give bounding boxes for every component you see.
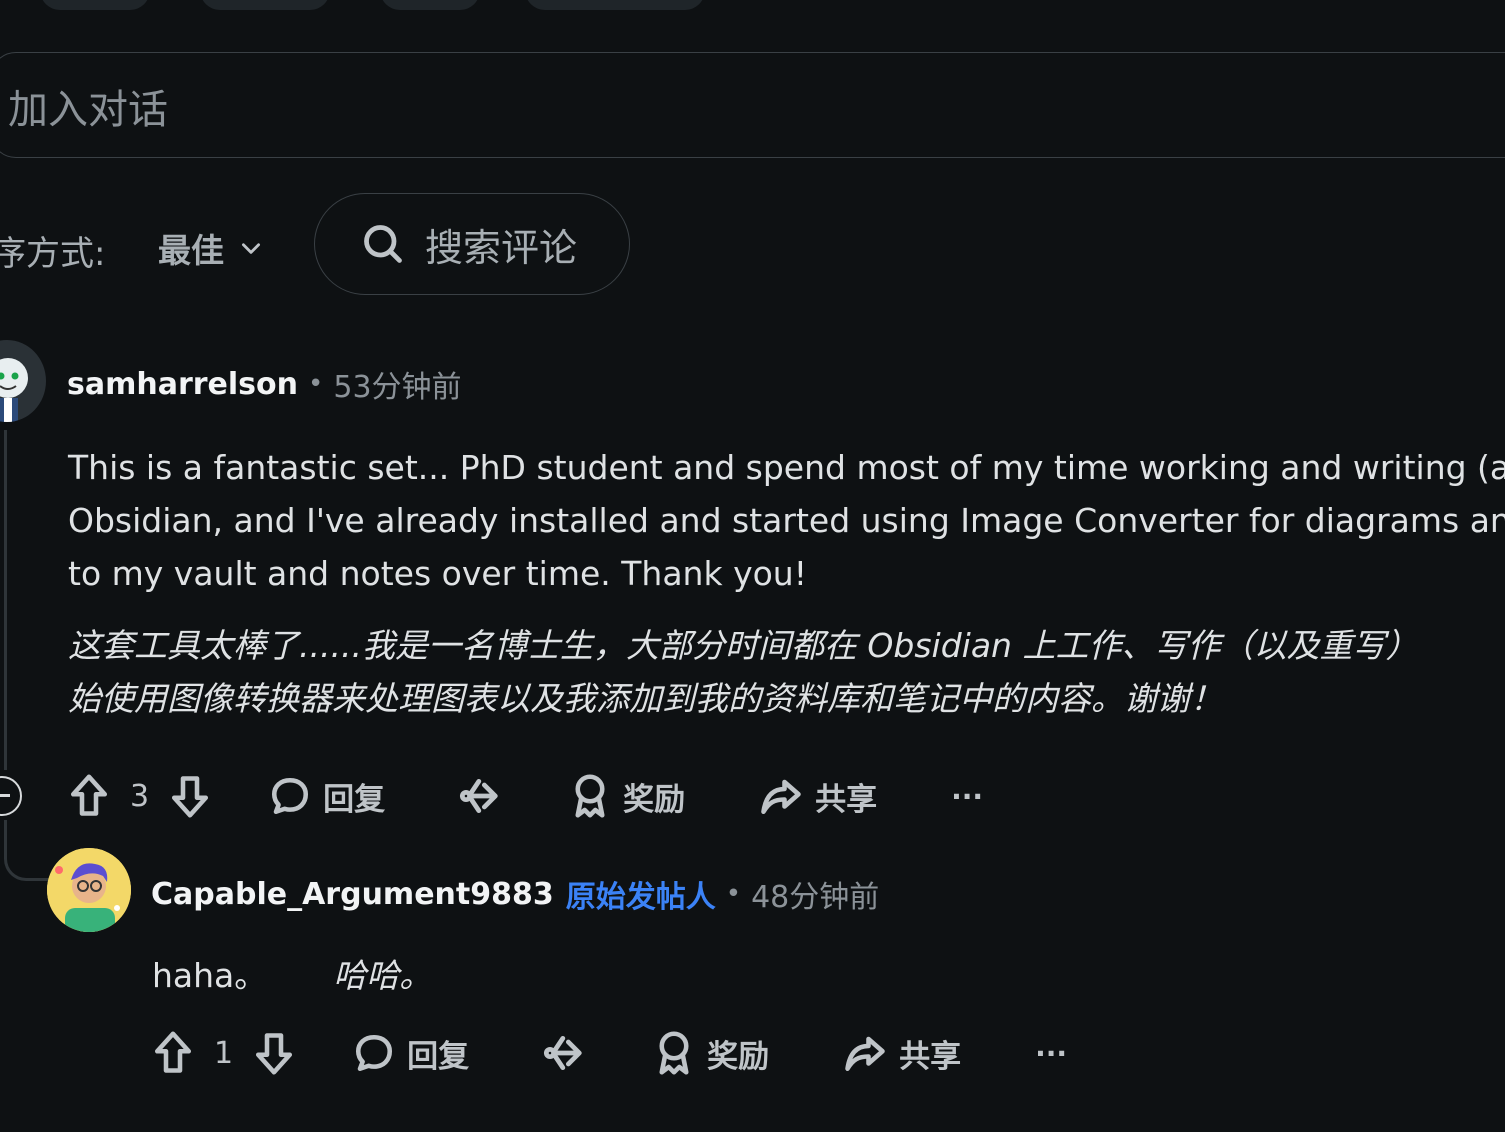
thread-line: [4, 430, 7, 770]
sort-label: 序方式:: [0, 234, 106, 274]
comment-body-line: to my vault and notes over time. Thank y…: [68, 554, 807, 593]
collapse-thread-button[interactable]: [0, 776, 22, 816]
sort-dropdown[interactable]: 最佳: [158, 224, 264, 272]
award-button[interactable]: 奖励: [653, 1030, 769, 1076]
award-label: 奖励: [623, 781, 686, 818]
comment-time: 53分钟前: [333, 370, 462, 405]
thread-connector: [4, 820, 52, 881]
comment-body-line: Obsidian, and I've already installed and…: [68, 501, 1505, 540]
search-icon: [364, 225, 402, 263]
downvote-icon[interactable]: [253, 1030, 295, 1076]
comment-translation: 这套工具太棒了......我是一名博士生，大部分时间都在 Obsidian 上工…: [68, 619, 1418, 725]
share-label: 共享: [899, 1038, 962, 1075]
share-label: 共享: [815, 781, 878, 818]
comment-translation: 哈哈。: [333, 956, 433, 995]
filter-pill[interactable]: [200, 0, 330, 10]
award-label: 奖励: [707, 1038, 770, 1075]
join-conversation-placeholder: 加入对话: [8, 87, 168, 133]
join-conversation-input[interactable]: 加入对话: [0, 52, 1505, 158]
upvote-icon[interactable]: [152, 1030, 194, 1076]
chevron-down-icon: [242, 243, 260, 254]
search-comments-button[interactable]: 搜索评论: [314, 193, 630, 295]
comment-time: 48分钟前: [751, 880, 880, 915]
reply-label: 回复: [323, 781, 386, 818]
comment-actions: 1 回复 奖励 共享 ···: [152, 1028, 1067, 1078]
more-options-button[interactable]: ···: [1035, 1037, 1067, 1070]
filter-pill[interactable]: [40, 0, 150, 10]
comment-body: This is a fantastic set... PhD student a…: [68, 441, 1505, 600]
translation-line: 始使用图像转换器来处理图表以及我添加到我的资料库和笔记中的内容。谢谢！: [68, 679, 1223, 718]
comment-actions: 3 回复 奖励 共享 ···: [68, 771, 983, 821]
separator-dot: •: [725, 879, 742, 909]
comment-bubble-icon: [272, 777, 309, 815]
translation-line: 这套工具太棒了......我是一名博士生，大部分时间都在 Obsidian 上工…: [68, 626, 1419, 665]
crosspost-icon[interactable]: [539, 1031, 583, 1075]
avatar[interactable]: [0, 340, 46, 422]
reply-button[interactable]: 回复: [269, 774, 385, 819]
comment-body-text: haha。: [152, 956, 268, 995]
comment-body: haha。 哈哈。: [152, 949, 432, 1002]
share-icon: [845, 1036, 885, 1072]
vote-count: 3: [130, 778, 150, 814]
username[interactable]: Capable_Argument9883: [151, 877, 554, 912]
award-icon: [575, 774, 605, 818]
share-button[interactable]: 共享: [759, 774, 877, 819]
crosspost-icon[interactable]: [455, 774, 499, 818]
sort-value: 最佳: [158, 231, 224, 270]
reply-label: 回复: [407, 1038, 470, 1075]
vote-count: 1: [214, 1035, 234, 1071]
filter-pill[interactable]: [525, 0, 705, 10]
more-options-button[interactable]: ···: [951, 780, 983, 813]
avatar[interactable]: [47, 848, 131, 932]
share-button[interactable]: 共享: [843, 1031, 961, 1076]
award-icon: [659, 1031, 689, 1075]
upvote-icon[interactable]: [68, 773, 110, 819]
username[interactable]: samharrelson: [67, 367, 298, 402]
comment-bubble-icon: [356, 1034, 393, 1072]
comment-meta: samharrelson • 53分钟前: [67, 362, 462, 406]
filter-pill[interactable]: [380, 0, 480, 10]
downvote-icon[interactable]: [169, 773, 211, 819]
share-icon: [761, 779, 801, 815]
op-badge: 原始发帖人: [565, 880, 716, 915]
award-button[interactable]: 奖励: [569, 773, 685, 819]
search-comments-label: 搜索评论: [425, 225, 578, 270]
comment-meta: Capable_Argument9883 原始发帖人 • 48分钟前: [151, 872, 879, 916]
reply-button[interactable]: 回复: [353, 1031, 469, 1076]
separator-dot: •: [308, 369, 324, 399]
comment-body-line: This is a fantastic set... PhD student a…: [68, 448, 1505, 487]
